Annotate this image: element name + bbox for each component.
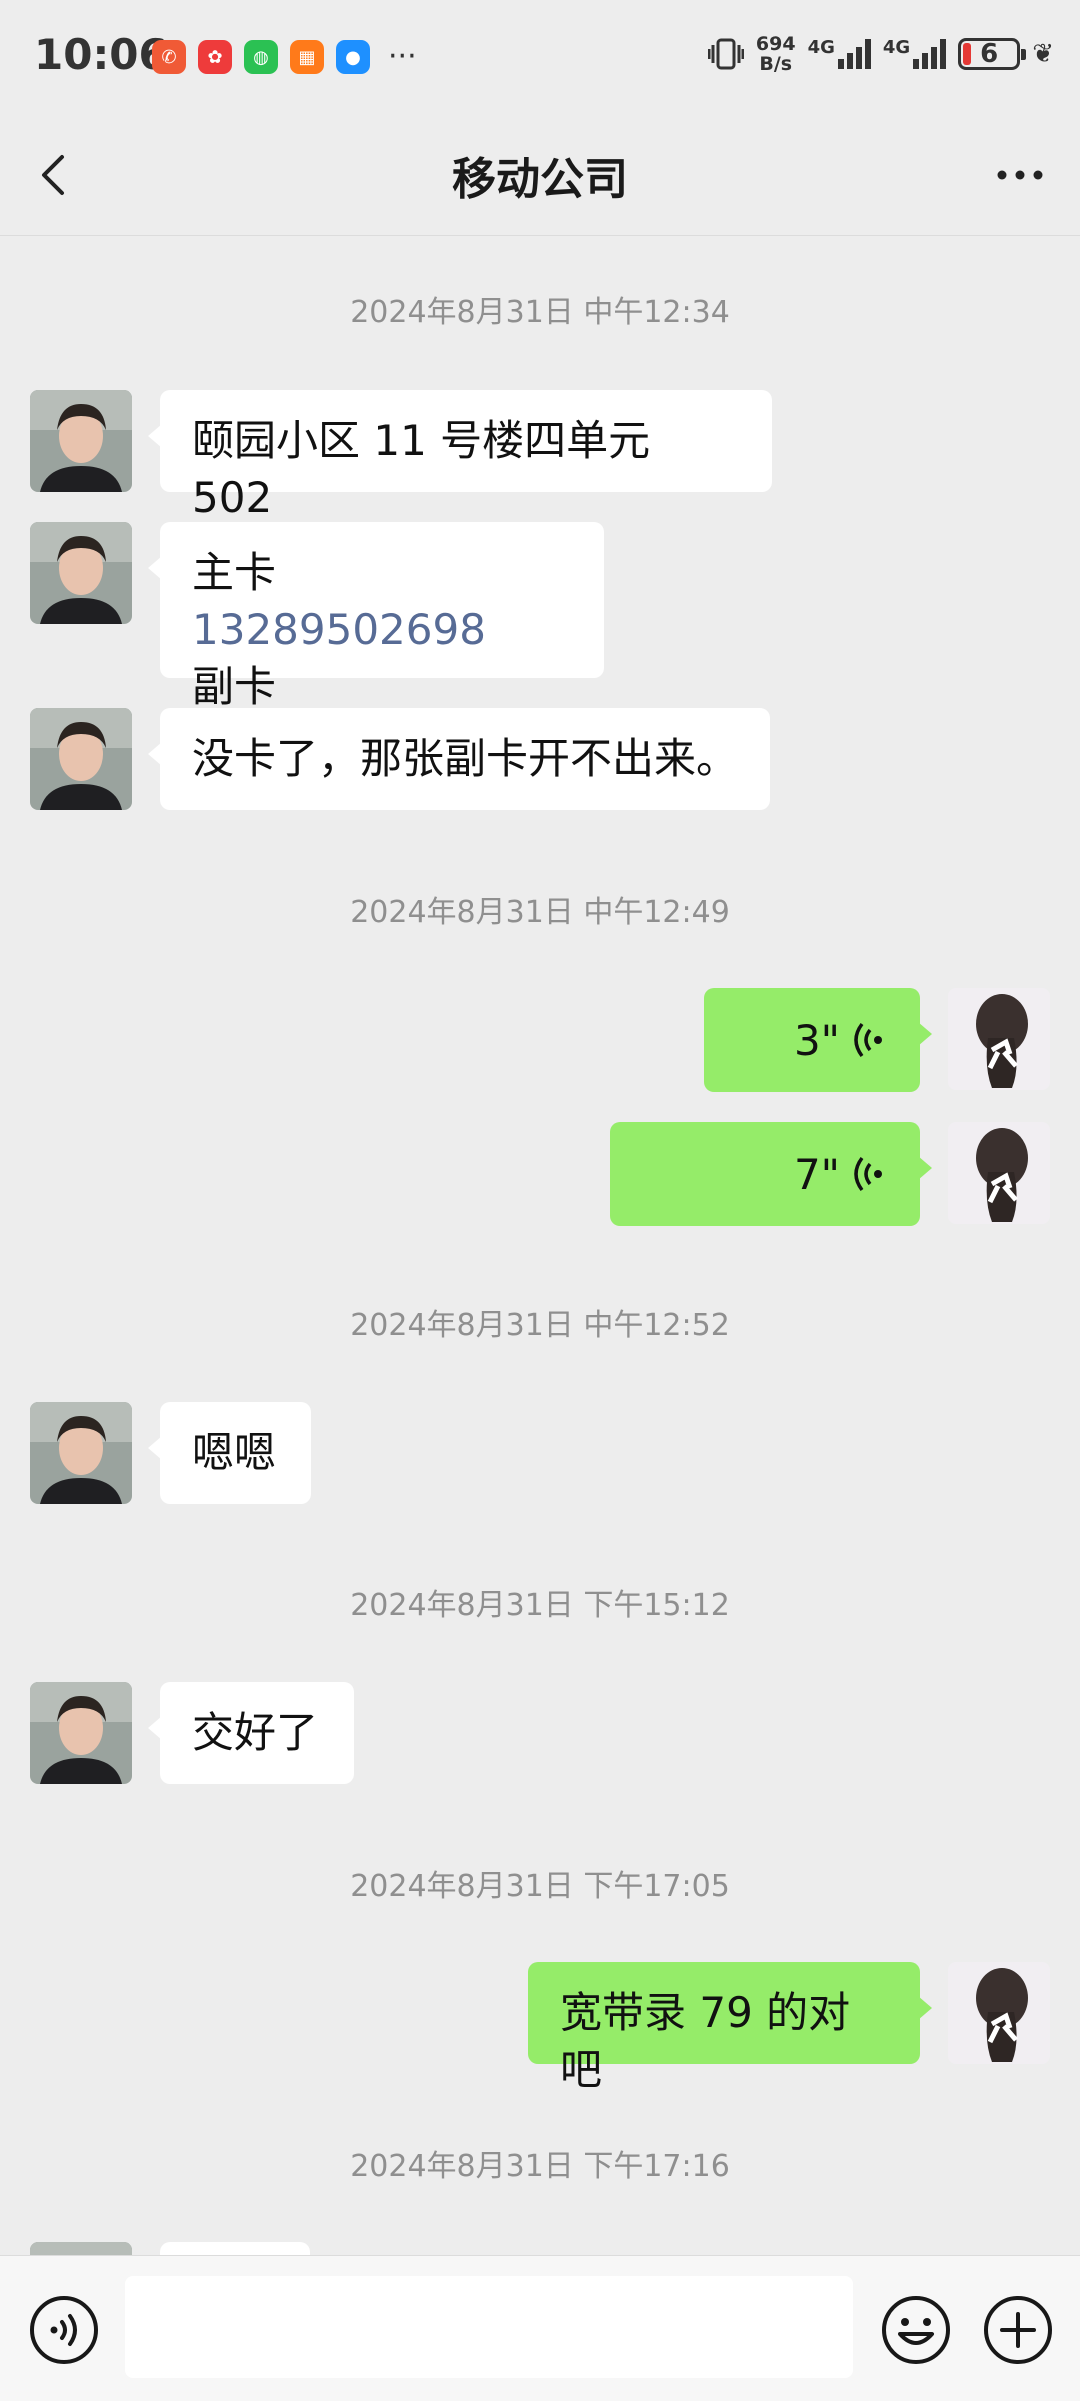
self-avatar[interactable] — [948, 1122, 1050, 1224]
wechat-icon: ◍ — [244, 40, 278, 74]
voice-duration: 3" — [793, 1015, 840, 1065]
app-grid-icon: ▦ — [290, 40, 324, 74]
contact-avatar[interactable] — [30, 522, 132, 624]
contact-avatar[interactable] — [30, 1402, 132, 1504]
self-avatar[interactable] — [948, 1962, 1050, 2064]
phone-number-link[interactable]: 13289502698 — [192, 605, 486, 654]
voice-wave-icon — [854, 1022, 882, 1058]
message-input[interactable] — [125, 2276, 853, 2378]
contact-avatar[interactable] — [30, 708, 132, 810]
chat-input-bar — [0, 2255, 1080, 2401]
network-type-1: 4G — [807, 37, 835, 58]
message-bubble[interactable]: 嗯嗯 — [148, 1402, 311, 1504]
notification-icons: ✆ ✿ ◍ ▦ ● ··· — [152, 40, 417, 74]
network-speed: 694 B/s — [756, 34, 796, 74]
vibrate-icon — [707, 38, 744, 70]
message-bubble[interactable]: 颐园小区 11 号楼四单元 502 — [148, 390, 772, 522]
battery-level: 6 — [980, 39, 999, 69]
timestamp: 2024年8月31日 中午12:34 — [350, 295, 730, 330]
message-text: 宽带录 79 的对吧 — [560, 1988, 851, 2094]
self-avatar[interactable] — [948, 988, 1050, 1090]
timestamp: 2024年8月31日 中午12:52 — [350, 1308, 730, 1343]
message-bubble[interactable]: 没卡了，那张副卡开不出来。 — [148, 708, 770, 810]
status-bar: 10:06 ✆ ✿ ◍ ▦ ● ··· 694 B/s 4G 4G 6 ❦ — [0, 0, 1080, 115]
more-notifications-icon: ··· — [388, 39, 417, 74]
timestamp: 2024年8月31日 下午17:16 — [350, 2149, 730, 2184]
network-type-2: 4G — [882, 37, 911, 58]
more-options-icon[interactable] — [990, 145, 1050, 205]
timestamp: 2024年8月31日 下午15:12 — [350, 1588, 730, 1623]
add-more-icon[interactable] — [982, 2294, 1054, 2366]
message-bubble[interactable]: 宽带录 79 的对吧 — [528, 1962, 932, 2094]
timestamp: 2024年8月31日 下午17:05 — [350, 1869, 730, 1904]
status-time: 10:06 — [34, 30, 168, 79]
message-bubble[interactable]: 交好了 — [148, 1682, 354, 1784]
message-text: 颐园小区 11 号楼四单元 502 — [192, 416, 651, 522]
message-text: 交好了 — [192, 1708, 319, 1757]
message-line: 主卡 13289502698 — [192, 544, 572, 658]
message-bubble[interactable]: 主卡 13289502698 副卡 15509687579 — [148, 522, 604, 768]
chat-header: 移动公司 — [0, 115, 1080, 236]
card-label: 副卡 — [192, 662, 277, 711]
voice-wave-icon — [854, 1156, 882, 1192]
voice-duration: 7" — [793, 1149, 840, 1199]
emoji-icon[interactable] — [880, 2294, 952, 2366]
voice-message-bubble[interactable]: 7" — [610, 1122, 932, 1226]
chat-title: 移动公司 — [452, 154, 628, 205]
huawei-icon: ✿ — [198, 40, 232, 74]
phone-missed-icon: ✆ — [152, 40, 186, 74]
speed-unit: B/s — [759, 53, 793, 75]
status-right: 694 B/s 4G 4G 6 ❦ — [707, 34, 1054, 74]
speed-value: 694 — [755, 33, 796, 55]
power-saving-icon: ❦ — [1032, 39, 1054, 69]
card-label: 主卡 — [192, 548, 277, 597]
contact-avatar[interactable] — [30, 390, 132, 492]
message-text: 嗯嗯 — [192, 1428, 277, 1477]
signal-1-icon: 4G — [808, 39, 871, 69]
battery-icon: 6 — [958, 38, 1027, 70]
timestamp: 2024年8月31日 中午12:49 — [350, 895, 730, 930]
voice-message-bubble[interactable]: 3" — [704, 988, 932, 1092]
message-icon: ● — [336, 40, 370, 74]
voice-input-icon[interactable] — [28, 2294, 100, 2366]
signal-2-icon: 4G — [882, 37, 947, 69]
message-text: 没卡了，那张副卡开不出来。 — [192, 734, 739, 783]
contact-avatar[interactable] — [30, 1682, 132, 1784]
